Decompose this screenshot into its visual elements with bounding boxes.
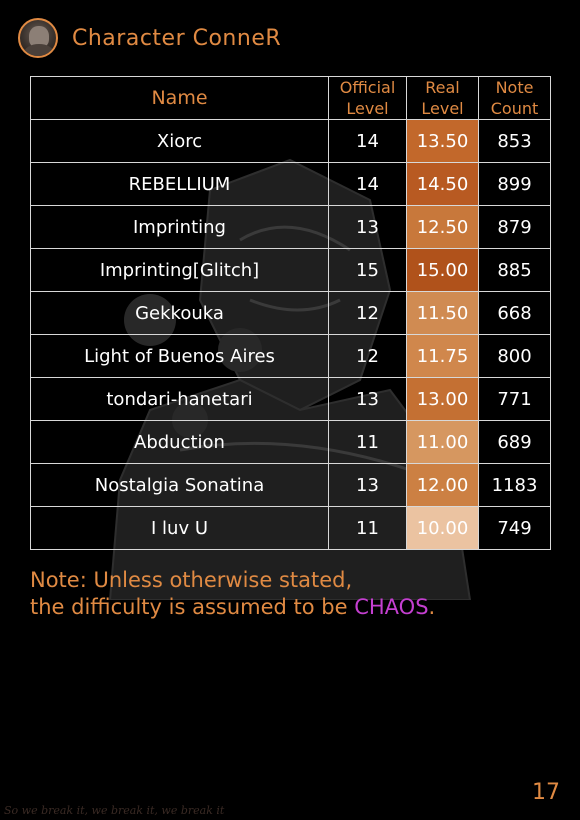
page-header: Character ConneR [18, 16, 281, 60]
song-name-cell: Light of Buenos Aires [30, 334, 329, 378]
official-level-cell: 13 [328, 463, 407, 507]
table-row: Light of Buenos Aires 12 11.75 800 [30, 334, 551, 378]
real-level-cell: 15.00 [406, 248, 479, 292]
real-level-cell: 10.00 [406, 506, 479, 550]
table-row: tondari-hanetari 13 13.00 771 [30, 377, 551, 421]
note-count-cell: 749 [478, 506, 551, 550]
note-line-2-text: the difficulty is assumed to be [30, 595, 355, 619]
official-level-cell: 11 [328, 506, 407, 550]
header-line: Real [425, 78, 460, 97]
real-level-cell: 14.50 [406, 162, 479, 206]
official-level-column-header: Official Level [328, 76, 407, 120]
table-row: REBELLIUM 14 14.50 899 [30, 162, 551, 206]
name-column-header: Name [30, 76, 329, 120]
chaos-label: CHAOS [354, 595, 429, 619]
header-line: Count [490, 99, 539, 118]
table-row: Nostalgia Sonatina 13 12.00 1183 [30, 463, 551, 507]
note-count-column-header: Note Count [478, 76, 551, 120]
page-number: 17 [532, 780, 560, 805]
header-line: Level [346, 99, 389, 118]
official-level-cell: 14 [328, 119, 407, 163]
song-name-cell: Imprinting [30, 205, 329, 249]
song-name-cell: REBELLIUM [30, 162, 329, 206]
header-line: Official [339, 78, 396, 97]
note-count-cell: 879 [478, 205, 551, 249]
character-avatar [18, 18, 58, 58]
watermark-text: So we break it, we break it, we break it [4, 804, 225, 817]
real-level-cell: 11.00 [406, 420, 479, 464]
song-name-cell: I luv U [30, 506, 329, 550]
page-title: Character ConneR [72, 25, 282, 51]
official-level-cell: 13 [328, 377, 407, 421]
header-line: Level [421, 99, 464, 118]
song-name-cell: tondari-hanetari [30, 377, 329, 421]
header-line: Note [495, 78, 534, 97]
note-line-2: the difficulty is assumed to be CHAOS. [30, 594, 550, 621]
song-name-cell: Gekkouka [30, 291, 329, 335]
table-row: Xiorc 14 13.50 853 [30, 119, 551, 163]
real-level-column-header: Real Level [406, 76, 479, 120]
table-row: Imprinting 13 12.50 879 [30, 205, 551, 249]
note-count-cell: 689 [478, 420, 551, 464]
song-difficulty-table: Name Official Level Real Level Note Coun… [30, 76, 551, 550]
official-level-cell: 12 [328, 291, 407, 335]
song-name-cell: Xiorc [30, 119, 329, 163]
note-count-cell: 1183 [478, 463, 551, 507]
real-level-cell: 12.50 [406, 205, 479, 249]
song-name-cell: Nostalgia Sonatina [30, 463, 329, 507]
table-header-row: Name Official Level Real Level Note Coun… [30, 76, 551, 120]
table-row: Imprinting[Glitch] 15 15.00 885 [30, 248, 551, 292]
note-count-cell: 668 [478, 291, 551, 335]
official-level-cell: 14 [328, 162, 407, 206]
note-period: . [428, 595, 436, 619]
note-count-cell: 771 [478, 377, 551, 421]
song-name-cell: Imprinting[Glitch] [30, 248, 329, 292]
real-level-cell: 12.00 [406, 463, 479, 507]
note-line-1: Note: Unless otherwise stated, [30, 568, 353, 592]
real-level-cell: 11.75 [406, 334, 479, 378]
table-row: Gekkouka 12 11.50 668 [30, 291, 551, 335]
note-count-cell: 885 [478, 248, 551, 292]
official-level-cell: 11 [328, 420, 407, 464]
note-count-cell: 899 [478, 162, 551, 206]
real-level-cell: 13.00 [406, 377, 479, 421]
note-count-cell: 800 [478, 334, 551, 378]
difficulty-note: Note: Unless otherwise stated, the diffi… [30, 567, 550, 621]
table-row: I luv U 11 10.00 749 [30, 506, 551, 550]
official-level-cell: 13 [328, 205, 407, 249]
real-level-cell: 13.50 [406, 119, 479, 163]
real-level-cell: 11.50 [406, 291, 479, 335]
note-count-cell: 853 [478, 119, 551, 163]
song-name-cell: Abduction [30, 420, 329, 464]
official-level-cell: 12 [328, 334, 407, 378]
official-level-cell: 15 [328, 248, 407, 292]
table-row: Abduction 11 11.00 689 [30, 420, 551, 464]
